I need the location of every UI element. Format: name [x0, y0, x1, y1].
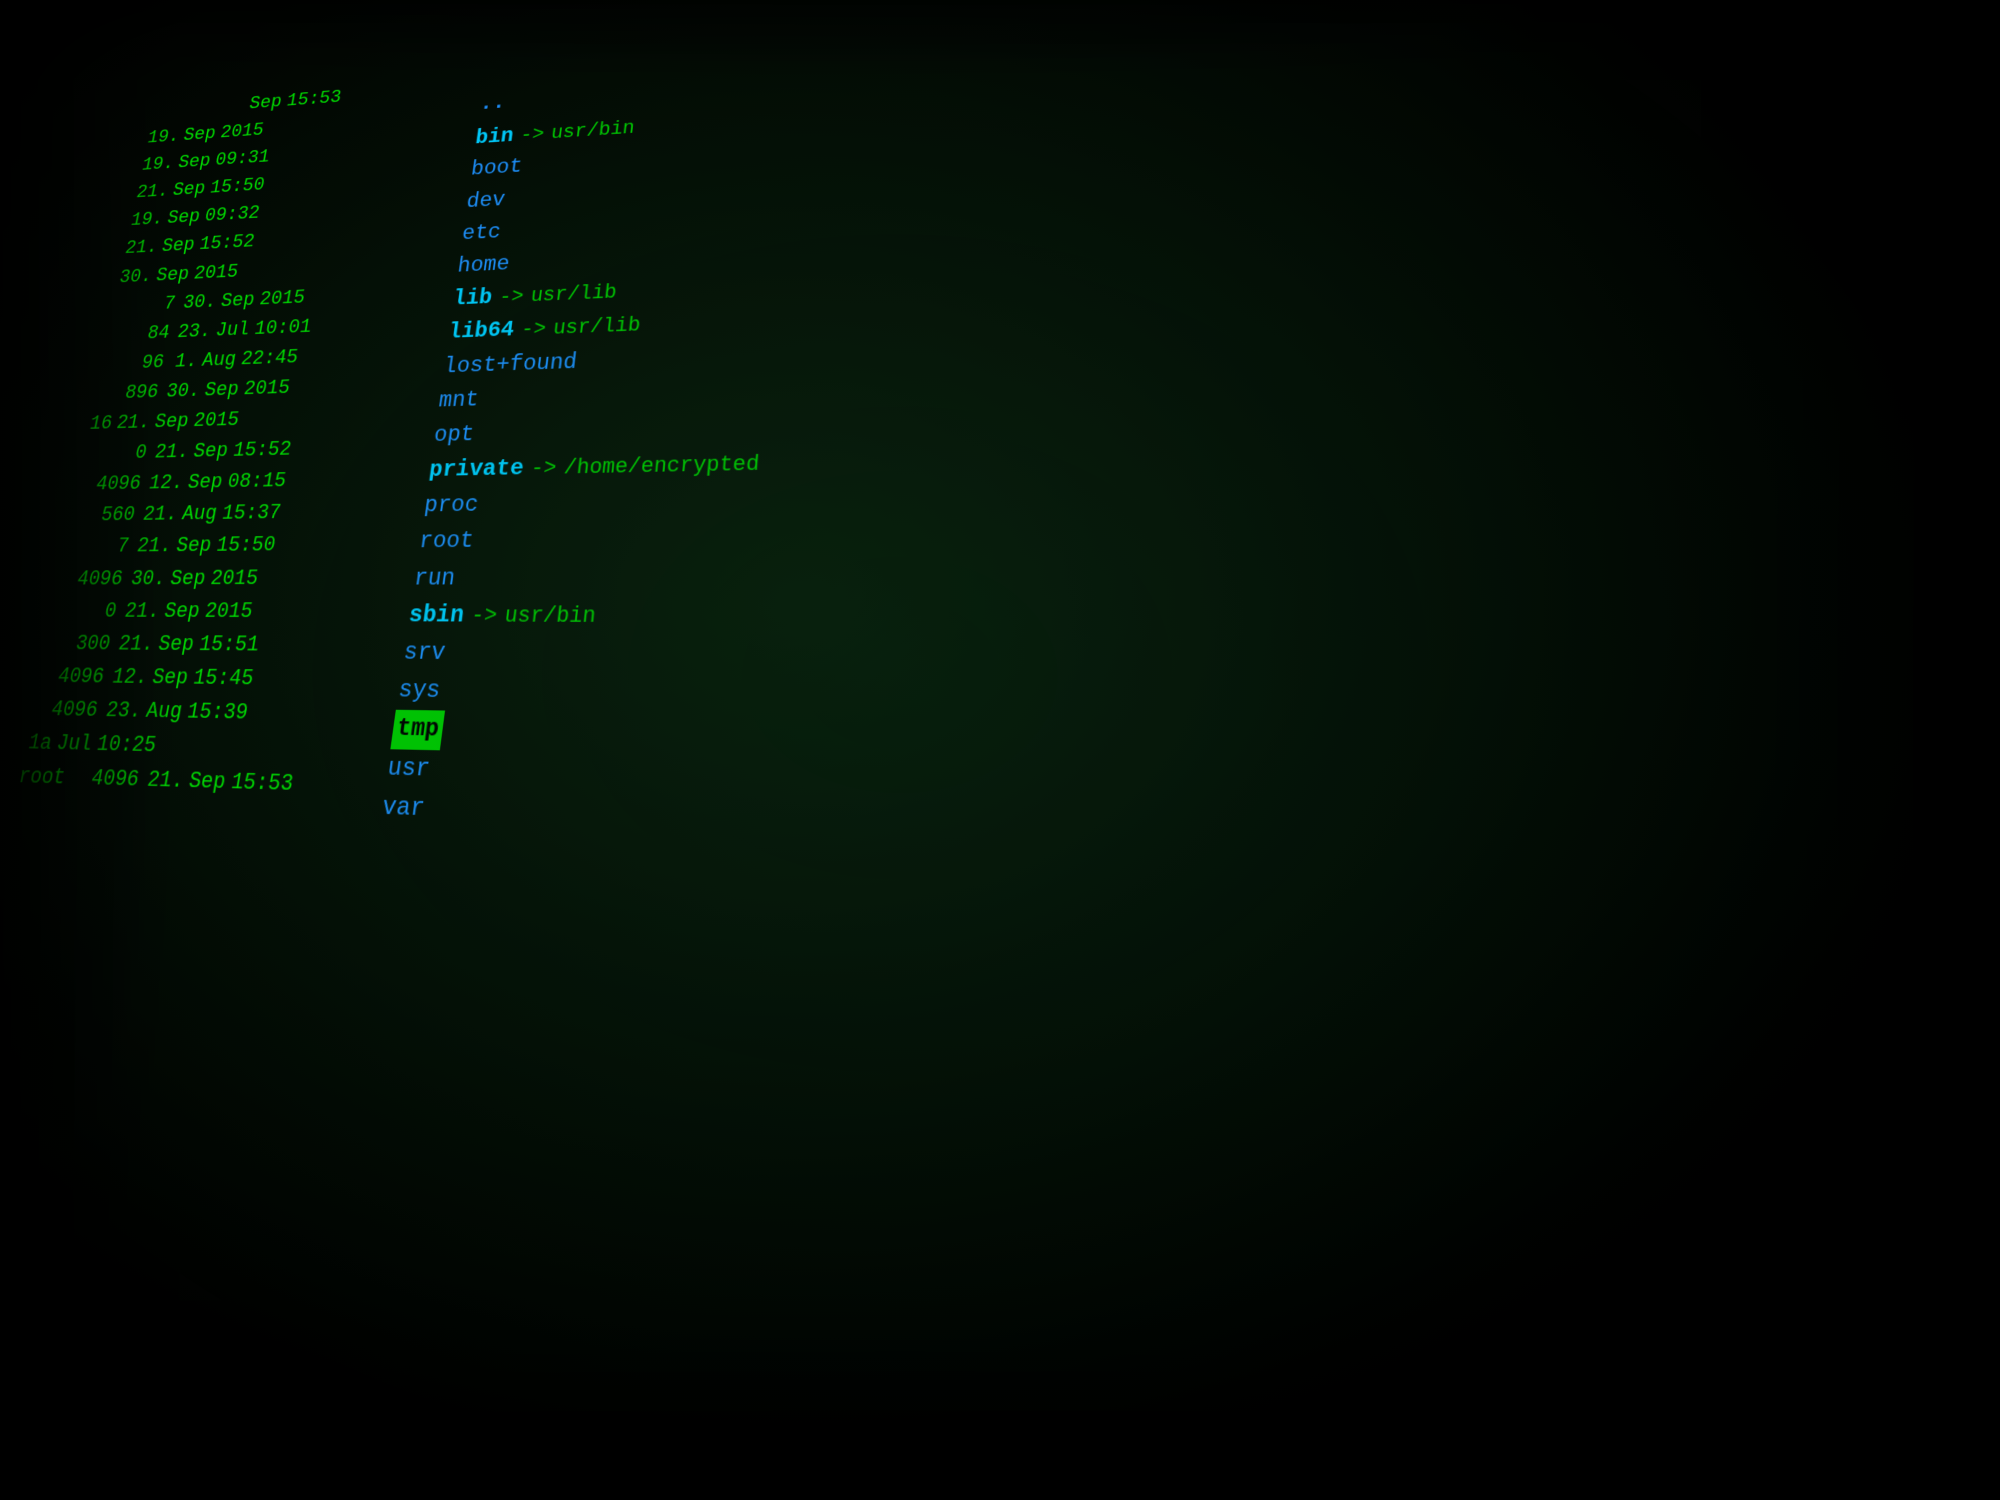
list-item: 300 21. Sep 15:51: [42, 628, 416, 664]
terminal-screen: Sep 15:53 19. Sep 2015 19. Sep 09:31 21.…: [0, 0, 2000, 1500]
list-item: 0 21. Sep 2015: [49, 595, 421, 629]
list-item: 7 21. Sep 15:50: [62, 528, 431, 563]
terminal-content: Sep 15:53 19. Sep 2015 19. Sep 09:31 21.…: [0, 0, 2000, 1500]
list-item: 4096 30. Sep 2015: [55, 561, 425, 595]
list-item: run: [412, 555, 1380, 598]
list-item: 560 21. Aug 15:37: [68, 495, 435, 532]
list-item: 4096 12. Sep 15:45: [36, 660, 412, 698]
right-panel: .. bin -> usr/bin boot dev etc hom: [379, 14, 1388, 861]
list-item: sbin -> usr/bin: [406, 596, 1381, 639]
